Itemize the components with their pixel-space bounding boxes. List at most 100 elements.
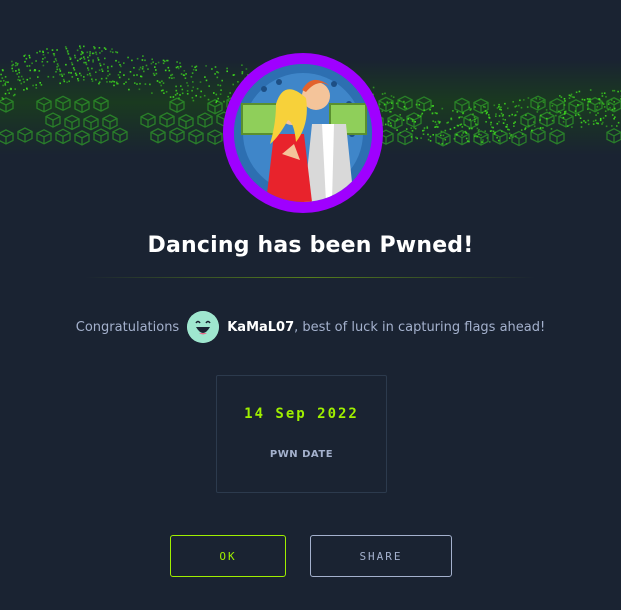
banner-particle [613,89,616,92]
banner-particle [580,126,583,128]
banner-particle [473,116,476,119]
banner-particle [500,112,503,115]
banner-particle [128,78,130,80]
banner-particle [533,121,535,123]
banner-particle [232,74,235,76]
banner-particle [410,136,413,138]
banner-particle [461,116,463,118]
banner-particle [46,48,48,50]
banner-particle [456,111,459,113]
share-button[interactable]: SHARE [310,535,452,577]
banner-particle [180,73,183,75]
banner-particle [99,64,102,67]
banner-particle [559,95,561,97]
banner-particle [427,138,430,141]
banner-particle [110,81,113,83]
banner-particle [489,141,491,143]
banner-particle [396,129,398,131]
banner-particle [474,135,476,138]
banner-particle [44,56,46,59]
banner-particle [3,79,5,82]
banner-particle [18,76,20,78]
banner-particle [119,71,121,73]
banner-particle [455,134,458,136]
banner-particle [191,89,193,92]
banner-particle [111,48,113,50]
banner-particle [2,84,4,87]
banner-particle [92,61,94,63]
banner-particle [570,93,573,96]
banner-particle [440,130,443,133]
username-link[interactable]: KaMaL07 [227,320,294,335]
banner-particle [392,96,395,98]
banner-particle [485,121,487,123]
user-avatar[interactable] [187,311,220,343]
banner-particle [579,117,582,119]
banner-particle [476,135,478,138]
banner-particle [83,61,85,64]
banner-particle [415,136,417,139]
banner-particle [504,119,506,121]
banner-particle [75,74,78,76]
banner-particle [142,55,144,57]
banner-particle [181,92,184,95]
banner-particle [497,139,500,142]
banner-particle [59,70,62,72]
banner-particle [614,116,616,118]
banner-particle [123,83,125,85]
banner-particle [42,51,44,53]
banner-particle [155,72,158,75]
banner-particle [542,101,545,104]
pwn-date-value: 14 Sep 2022 [244,406,359,422]
banner-particle [24,54,27,56]
banner-particle [390,95,393,97]
banner-particle [69,58,72,60]
banner-particle [1,77,4,79]
banner-particle [616,125,618,127]
banner-particle [411,120,414,123]
banner-particle [607,109,609,111]
banner-particle [214,66,217,68]
banner-particle [571,96,574,98]
banner-particle [496,136,498,139]
banner-particle [109,80,111,83]
banner-particle [521,133,524,135]
banner-particle [586,98,589,100]
banner-particle [42,53,45,56]
banner-particle [493,133,496,135]
banner-particle [531,129,533,132]
banner-particle [551,119,554,122]
banner-particle [423,109,426,111]
banner-particle [226,70,228,73]
banner-particle [23,89,25,91]
banner-particle [453,138,456,140]
banner-particle [502,118,504,121]
congrats-prefix: Congratulations [75,319,180,335]
banner-particle [55,59,58,62]
banner-particle [171,77,173,79]
banner-particle [162,82,165,84]
banner-particle [587,100,590,103]
banner-particle [23,81,25,83]
banner-particle [200,90,202,93]
ok-button[interactable]: OK [170,535,286,577]
banner-particle [169,96,172,98]
banner-particle [136,83,138,85]
banner-particle [7,81,9,83]
banner-particle [123,62,125,64]
banner-particle [484,130,486,132]
banner-particle [604,110,607,112]
banner-particle [115,51,117,53]
banner-particle [192,99,195,102]
banner-particle [413,127,416,129]
banner-particle [217,97,219,100]
banner-particle [533,125,536,128]
banner-particle [207,98,210,101]
banner-particle [66,81,68,83]
banner-particle [83,56,85,58]
banner-particle [141,68,144,70]
banner-particle [488,114,490,116]
banner-particle [381,110,384,112]
banner-particle [120,65,122,68]
banner-particle [0,73,2,76]
